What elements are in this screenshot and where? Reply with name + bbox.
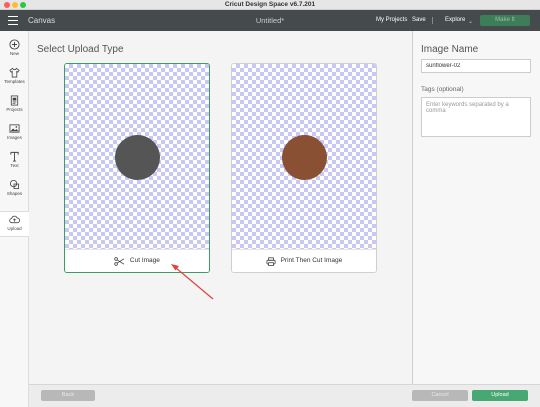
image-details-panel: Image Name Tags (optional) [412, 31, 540, 384]
image-name-input[interactable] [421, 59, 531, 73]
upload-button[interactable]: Upload [472, 390, 528, 401]
footer-bar: Back Cancel Upload [29, 384, 540, 407]
tags-input[interactable] [421, 97, 531, 137]
image-name-heading: Image Name [421, 44, 479, 55]
back-button[interactable]: Back [41, 390, 95, 401]
cancel-button[interactable]: Cancel [412, 390, 468, 401]
tags-label: Tags (optional) [421, 86, 464, 93]
